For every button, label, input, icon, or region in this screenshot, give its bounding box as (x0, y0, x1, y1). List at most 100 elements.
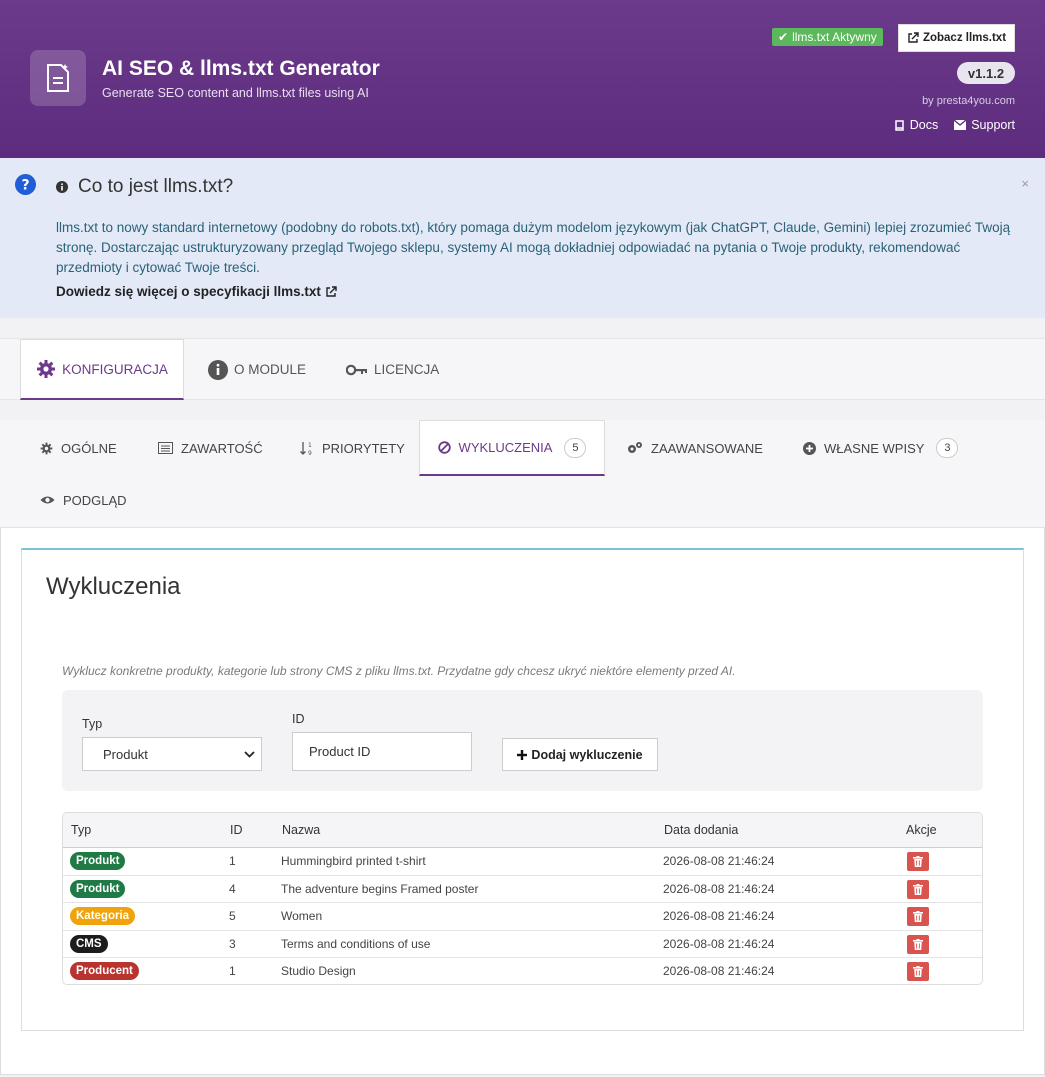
exclusions-table: Typ ID Nazwa Data dodania Akcje Produkt 1… (62, 812, 983, 985)
row-id: 4 (229, 881, 236, 896)
row-id: 3 (229, 936, 236, 951)
type-select[interactable]: Produkt (82, 737, 262, 771)
row-date: 2026-08-08 21:46:24 (663, 909, 775, 923)
trash-icon (913, 856, 923, 867)
table-row: CMS 3 Terms and conditions of use 2026-08-0… (63, 931, 982, 958)
close-icon[interactable]: × (1021, 176, 1029, 191)
status-badge-label: llms.txt Aktywny (792, 30, 877, 44)
external-link-icon (908, 32, 919, 43)
col-data: Data dodania (664, 823, 739, 837)
external-link-icon (326, 285, 337, 297)
chevron-down-icon (244, 751, 255, 758)
tab-konfiguracja[interactable]: Konfiguracja (20, 339, 184, 400)
version-badge: v1.1.2 (957, 62, 1015, 84)
key-icon (346, 364, 367, 375)
svg-text:1: 1 (308, 442, 312, 449)
ban-icon (437, 441, 451, 454)
subtab-priorytety[interactable]: 19 Priorytety (300, 420, 405, 476)
delete-button[interactable] (907, 852, 929, 871)
row-name: Hummingbird printed t-shirt (281, 854, 426, 868)
custom-entries-count: 3 (936, 438, 959, 458)
sub-tabs: Ogólne Zawartość 19 Priorytety Wykluczen… (0, 420, 1045, 528)
row-name: Studio Design (281, 964, 356, 978)
info-icon (208, 359, 228, 380)
row-name: The adventure begins Framed poster (281, 881, 479, 896)
panel-title: Wykluczenia (46, 573, 181, 600)
app-header: AI SEO & llms.txt Generator Generate SEO… (0, 0, 1045, 158)
col-typ: Typ (71, 823, 92, 837)
type-badge: Producent (70, 962, 139, 980)
book-icon (894, 119, 904, 131)
status-badge: ✔ llms.txt Aktywny (772, 28, 883, 46)
subtab-wlasne-wpisy[interactable]: Własne wpisy 3 (803, 420, 959, 476)
subtab-ogolne[interactable]: Ogólne (40, 420, 117, 476)
panel-description: Wyklucz konkretne produkty, kategorie lu… (62, 664, 736, 678)
gears-icon (628, 442, 642, 453)
table-row: Kategoria 5 Women 2026-08-08 21:46:24 (63, 903, 982, 931)
table-row: Produkt 1 Hummingbird printed t-shirt 2026-… (63, 848, 982, 876)
envelope-icon (954, 120, 967, 130)
docs-link[interactable]: Docs (894, 118, 938, 132)
row-date: 2026-08-08 21:46:24 (663, 854, 775, 868)
sort-icon: 19 (300, 441, 312, 456)
trash-icon (913, 966, 923, 977)
spec-link[interactable]: Dowiedz się więcej o specyfikacji llms.t… (56, 284, 337, 299)
type-badge: Kategoria (70, 907, 136, 925)
list-icon (158, 442, 173, 454)
table-row: Producent 1 Studio Design 2026-08-08 21:46:… (63, 958, 982, 984)
trash-icon (913, 883, 923, 895)
plus-circle-icon (803, 441, 816, 455)
tab-o-module[interactable]: O module (208, 339, 318, 400)
row-name: Women (281, 909, 323, 923)
type-badge: Produkt (70, 852, 126, 870)
delete-button[interactable] (907, 934, 929, 954)
trash-icon (913, 911, 923, 922)
col-id: ID (230, 823, 243, 837)
type-badge: CMS (70, 934, 108, 953)
row-id: 1 (229, 854, 236, 868)
subtab-podglad[interactable]: Podgląd (40, 472, 127, 528)
svg-text:9: 9 (308, 450, 312, 456)
app-subtitle: Generate SEO content and llms.txt files … (102, 86, 369, 100)
row-date: 2026-08-08 21:46:24 (663, 964, 775, 978)
info-body: llms.txt to nowy standard internetowy (p… (56, 220, 1011, 275)
subtab-zawartosc[interactable]: Zawartość (158, 420, 263, 476)
row-date: 2026-08-08 21:46:24 (663, 936, 775, 951)
author-text: by presta4you.com (922, 95, 1015, 107)
svg-text:?: ? (21, 178, 29, 194)
delete-button[interactable] (907, 962, 929, 981)
subtab-wykluczenia[interactable]: Wykluczenia 5 (419, 420, 605, 476)
table-row: Produkt 4 The adventure begins Framed post… (63, 876, 982, 903)
row-date: 2026-08-08 21:46:24 (663, 881, 775, 896)
question-icon: ? (15, 174, 36, 198)
check-icon: ✔ (778, 30, 789, 44)
gear-icon (40, 442, 53, 454)
id-label: ID (292, 712, 305, 726)
type-label: Typ (82, 717, 103, 731)
trash-icon (913, 938, 923, 950)
document-logo-icon (30, 50, 86, 106)
table-header: Typ ID Nazwa Data dodania Akcje (63, 813, 982, 848)
tab-licencja[interactable]: Licencja (346, 339, 446, 400)
row-name: Terms and conditions of use (281, 936, 431, 951)
eye-icon (40, 496, 55, 504)
view-llms-label: Zobacz llms.txt (922, 32, 1007, 44)
support-link[interactable]: Support (954, 118, 1015, 132)
delete-button[interactable] (907, 907, 929, 926)
info-title: Co to jest llms.txt? (56, 176, 233, 198)
type-badge: Produkt (70, 879, 126, 898)
gear-icon (37, 360, 56, 378)
add-exclusion-button[interactable]: Dodaj wykluczenie (502, 738, 658, 771)
id-input[interactable]: Product ID (292, 732, 472, 771)
plus-icon (517, 749, 528, 760)
col-akcje: Akcje (906, 823, 937, 837)
row-id: 1 (229, 964, 236, 978)
app-title: AI SEO & llms.txt Generator (102, 57, 380, 80)
subtab-zaawansowane[interactable]: Zaawansowane (627, 420, 763, 476)
col-nazwa: Nazwa (282, 823, 321, 837)
row-id: 5 (229, 909, 236, 923)
exclusions-count: 5 (564, 437, 587, 458)
view-llms-button[interactable]: Zobacz llms.txt (898, 24, 1015, 52)
info-circle-icon (56, 181, 68, 193)
delete-button[interactable] (907, 879, 929, 899)
